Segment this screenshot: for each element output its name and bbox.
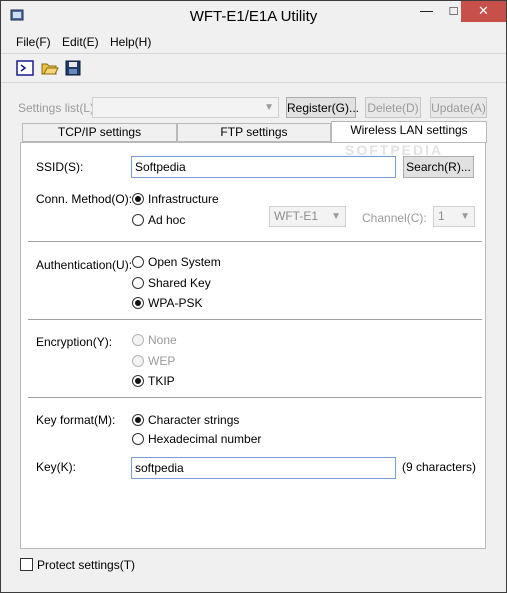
separator (28, 319, 482, 321)
keyformat-char-label: Character strings (148, 413, 240, 427)
conn-adhoc-radio[interactable] (132, 214, 144, 226)
adhoc-device-combo[interactable]: WFT-E1 ▼ (269, 206, 346, 227)
delete-button[interactable]: Delete(D) (365, 97, 421, 118)
menu-edit[interactable]: Edit(E) (62, 35, 99, 49)
chevron-down-icon: ▼ (331, 211, 341, 222)
chevron-down-icon: ▼ (460, 211, 470, 222)
enc-label: Encryption(Y): (36, 335, 113, 349)
auth-shared-radio[interactable] (132, 277, 144, 289)
key-label: Key(K): (36, 460, 77, 474)
update-button[interactable]: Update(A) (430, 97, 487, 118)
auth-open-radio[interactable] (132, 256, 144, 268)
tab-ftp[interactable]: FTP settings (177, 123, 331, 142)
ssid-input[interactable]: Softpedia (131, 156, 396, 178)
enc-none-radio[interactable] (132, 334, 144, 346)
settings-list-combo[interactable]: ▼ (92, 97, 279, 118)
menu-help[interactable]: Help(H) (110, 35, 151, 49)
auth-wpa-label: WPA-PSK (148, 296, 203, 310)
key-char-count: (9 characters) (402, 460, 477, 474)
title-bar[interactable]: WFT-E1/E1A Utility — □ ✕ (1, 1, 506, 31)
keyformat-char-radio[interactable] (132, 414, 144, 426)
enc-wep-label: WEP (148, 354, 176, 368)
keyformat-hex-label: Hexadecimal number (148, 432, 262, 446)
register-button[interactable]: Register(G)... (286, 97, 359, 118)
keyformat-hex-radio[interactable] (132, 433, 144, 445)
auth-shared-label: Shared Key (148, 276, 211, 290)
enc-wep-radio[interactable] (132, 355, 144, 367)
keyformat-label: Key format(M): (36, 413, 116, 427)
protect-settings-label: Protect settings(T) (37, 558, 136, 572)
auth-wpa-radio[interactable] (132, 297, 144, 309)
settings-list-label: Settings list(L): (18, 101, 98, 115)
close-button[interactable]: ✕ (461, 1, 506, 22)
auth-label: Authentication(U): (36, 258, 133, 272)
conn-method-label: Conn. Method(O): (36, 192, 133, 206)
terminal-icon[interactable] (16, 59, 34, 77)
channel-label: Channel(C): (362, 211, 427, 225)
tab-wireless[interactable]: Wireless LAN settings (331, 121, 487, 143)
menu-bar: File(F) Edit(E) Help(H) (1, 32, 506, 52)
conn-infrastructure-radio[interactable] (132, 193, 144, 205)
toolbar (1, 53, 506, 83)
protect-settings-checkbox[interactable] (20, 558, 33, 571)
open-folder-icon[interactable] (41, 59, 59, 77)
auth-open-label: Open System (148, 255, 221, 269)
save-icon[interactable] (64, 59, 82, 77)
channel-value: 1 (438, 209, 445, 223)
tab-tcpip[interactable]: TCP/IP settings (22, 123, 177, 142)
enc-tkip-radio[interactable] (132, 375, 144, 387)
ssid-label: SSID(S): (36, 160, 84, 174)
enc-none-label: None (148, 333, 177, 347)
minimize-button[interactable]: — (413, 1, 440, 22)
separator (28, 397, 482, 399)
menu-file[interactable]: File(F) (16, 35, 51, 49)
key-input[interactable]: softpedia (131, 457, 396, 479)
chevron-down-icon: ▼ (264, 102, 274, 113)
conn-infrastructure-label: Infrastructure (148, 192, 219, 206)
adhoc-device-value: WFT-E1 (274, 209, 318, 223)
conn-adhoc-label: Ad hoc (148, 213, 186, 227)
channel-combo[interactable]: 1 ▼ (433, 206, 475, 227)
app-window: WFT-E1/E1A Utility — □ ✕ File(F) Edit(E)… (0, 0, 507, 593)
enc-tkip-label: TKIP (148, 374, 175, 388)
separator (28, 241, 482, 243)
search-button[interactable]: Search(R)... (403, 156, 474, 178)
